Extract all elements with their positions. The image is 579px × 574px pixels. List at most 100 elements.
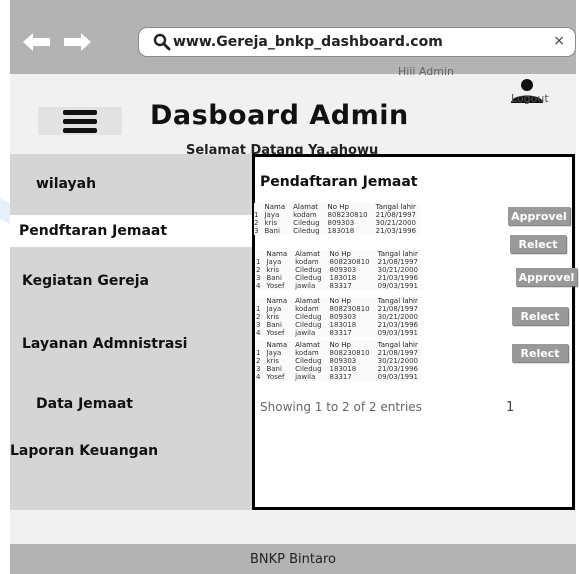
table-cell: 09/03/1991: [377, 373, 418, 381]
table-cell: 21/03/1996: [377, 365, 418, 373]
table-cell: 21/03/1996: [377, 321, 418, 329]
table-header-row: Nama Alamat No Hp Tangal lahir: [256, 250, 422, 258]
table-cell: Yosef: [266, 373, 285, 381]
table-cell: 808230810: [327, 211, 368, 219]
table-cell: 09/03/1991: [377, 282, 418, 290]
reject-button[interactable]: Relect: [512, 344, 568, 362]
table-row: 3 Bani Ciledug 183018 21/03/1996: [254, 227, 420, 235]
table-cell: 809303: [329, 266, 357, 274]
table-cell: Ciledug: [295, 274, 322, 282]
table-header-row: Nama Alamat No Hp Tangal lahir: [254, 203, 420, 211]
table-cell: 21/08/1997: [377, 349, 418, 357]
table-cell: 83317: [329, 282, 352, 290]
column-header: Alamat: [295, 250, 320, 258]
table-cell: 30/21/2000: [377, 266, 418, 274]
table-row: 4 Yosef jawila 83317 09/03/1991: [256, 282, 422, 290]
reject-button[interactable]: Relect: [512, 307, 568, 325]
table-row: 2 kris Ciledug 809303 30/21/2000: [256, 357, 422, 365]
table-cell: 30/21/2000: [377, 357, 418, 365]
column-header: No Hp: [329, 297, 351, 305]
table-row: 2 kris Ciledug 809303 30/21/2000: [254, 219, 420, 227]
section-title: Pendaftaran Jemaat: [260, 174, 418, 190]
table-cell: Yosef: [266, 329, 285, 337]
table-row: 3 Bani Ciledug 183018 21/03/1996: [256, 365, 422, 373]
table-cell: kris: [266, 313, 279, 321]
menu-icon[interactable]: [38, 107, 122, 135]
table-cell: jawila: [295, 282, 316, 290]
footer: BNKP Bintaro: [10, 544, 576, 574]
table-row: 2 kris Ciledug 809303 30/21/2000: [256, 266, 422, 274]
table-cell: 83317: [329, 373, 352, 381]
table-cell: Ciledug: [293, 227, 320, 235]
table-cell: 809303: [329, 357, 357, 365]
table-cell: 809303: [329, 313, 357, 321]
url-text: www.Gereja_bnkp_dashboard.com: [173, 34, 443, 50]
column-header: Tangal lahir: [375, 203, 416, 211]
column-header: No Hp: [327, 203, 349, 211]
table-row: 2 kris Ciledug 809303 30/21/2000: [256, 313, 422, 321]
table-header-row: Nama Alamat No Hp Tangal lahir: [256, 341, 422, 349]
table-cell: 21/03/1996: [377, 274, 418, 282]
registration-table: Nama Alamat No Hp Tangal lahir 1 Jaya ko…: [256, 297, 422, 337]
table-cell: 183018: [327, 227, 355, 235]
table-row: 4 Yosef jawila 83317 09/03/1991: [256, 329, 422, 337]
table-cell: kris: [266, 266, 279, 274]
column-header: Tangal lahir: [377, 250, 418, 258]
table-cell: Ciledug: [295, 321, 322, 329]
column-header: Alamat: [295, 341, 320, 349]
table-row: 1 Jaya kodam 808230810 21/08/1997: [256, 258, 422, 266]
reject-button[interactable]: Relect: [510, 235, 566, 253]
column-header: No Hp: [329, 341, 351, 349]
table-cell: 21/08/1997: [377, 258, 418, 266]
table-cell: kris: [264, 219, 277, 227]
table-cell: Bani: [266, 365, 282, 373]
address-bar[interactable]: www.Gereja_bnkp_dashboard.com ×: [138, 27, 576, 57]
table-cell: 30/21/2000: [375, 219, 416, 227]
page-title: Dasboard Admin: [150, 100, 409, 131]
table-cell: 21/08/1997: [377, 305, 418, 313]
close-icon[interactable]: ×: [553, 33, 565, 49]
approve-button[interactable]: Approvel: [516, 268, 577, 286]
table-cell: 183018: [329, 365, 357, 373]
table-cell: kodam: [295, 305, 319, 313]
table-cell: Jaya: [264, 211, 280, 219]
logout-link[interactable]: Logout: [511, 92, 549, 105]
forward-arrow-icon[interactable]: [63, 33, 91, 51]
sidebar-item-laporan-keuangan[interactable]: Laporan Keuangan: [10, 435, 158, 467]
table-row: 1 Jaya kodam 808230810 21/08/1997: [254, 211, 420, 219]
sidebar-item-pendaftaran-jemaat[interactable]: Pendftaran Jemaat: [10, 215, 256, 247]
table-header-row: Nama Alamat No Hp Tangal lahir: [256, 297, 422, 305]
sidebar-item-layanan-administrasi[interactable]: Layanan Admnistrasi: [10, 328, 254, 360]
table-cell: 183018: [329, 321, 357, 329]
sidebar-item-data-jemaat[interactable]: Data Jemaat: [10, 388, 133, 420]
table-cell: kodam: [295, 258, 319, 266]
table-cell: 83317: [329, 329, 352, 337]
browser-toolbar: www.Gereja_bnkp_dashboard.com ×: [10, 0, 576, 74]
table-cell: 809303: [327, 219, 355, 227]
sidebar-item-label: Kegiatan Gereja: [22, 273, 149, 289]
table-cell: Bani: [266, 274, 282, 282]
table-cell: Ciledug: [295, 266, 322, 274]
sidebar-item-wilayah[interactable]: wilayah: [10, 168, 96, 200]
table-cell: Ciledug: [295, 313, 322, 321]
page-number[interactable]: 1: [506, 400, 514, 415]
table-cell: Ciledug: [295, 357, 322, 365]
approve-button[interactable]: Approvel: [508, 207, 570, 225]
back-arrow-icon[interactable]: [23, 33, 51, 51]
greeting-text: Hiii Admin: [398, 65, 454, 78]
table-cell: Jaya: [266, 305, 282, 313]
sidebar-item-label: Data Jemaat: [36, 396, 133, 412]
table-cell: 808230810: [329, 258, 370, 266]
column-header: Alamat: [293, 203, 318, 211]
column-header: Nama: [266, 250, 288, 258]
table-cell: kodam: [295, 349, 319, 357]
table-row: 3 Bani Ciledug 183018 21/03/1996: [256, 321, 422, 329]
table-row: 3 Bani Ciledug 183018 21/03/1996: [256, 274, 422, 282]
sidebar-item-label: Laporan Keuangan: [10, 443, 159, 459]
table-cell: Yosef: [266, 282, 285, 290]
table-cell: Jaya: [266, 349, 282, 357]
registration-table: Nama Alamat No Hp Tangal lahir 1 Jaya ko…: [256, 250, 422, 290]
sidebar-item-kegiatan-gereja[interactable]: Kegiatan Gereja: [10, 265, 149, 297]
table-cell: 808230810: [329, 305, 370, 313]
table-cell: jawila: [295, 329, 316, 337]
